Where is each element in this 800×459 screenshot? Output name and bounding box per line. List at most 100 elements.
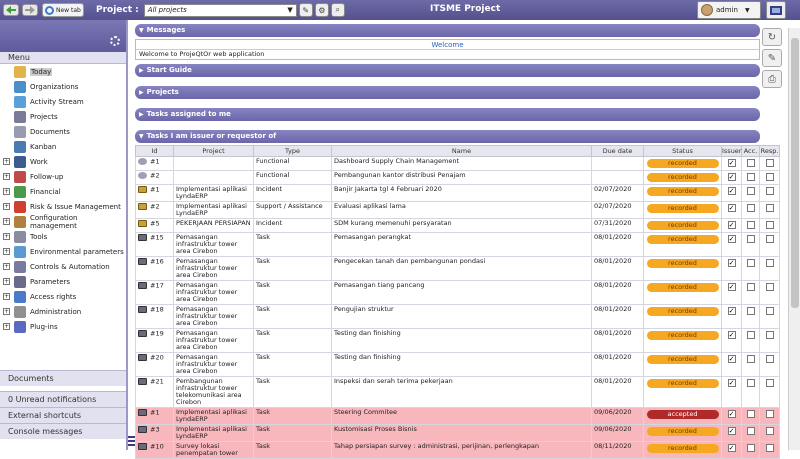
table-row[interactable]: #18 Pemasangan infrastruktur tower area C…: [135, 304, 780, 329]
issuer-checkbox[interactable]: ✓: [727, 444, 736, 452]
new-tab-button[interactable]: New tab: [42, 3, 84, 17]
table-row[interactable]: #3 Implementasi aplikasi LyndaERP Task Kust…: [135, 424, 780, 442]
menu-item-follow-up[interactable]: + Follow-up: [0, 169, 126, 184]
menu-item-risk-issue-management[interactable]: + Risk & Issue Management: [0, 199, 126, 214]
project-settings-button[interactable]: ⚙: [314, 3, 329, 17]
expand-plus-icon[interactable]: +: [3, 158, 10, 165]
column-header-due-date[interactable]: Due date: [591, 145, 644, 157]
table-row[interactable]: #20 Pemasangan infrastruktur tower area C…: [135, 352, 780, 377]
acc-checkbox[interactable]: [746, 259, 755, 267]
resp-checkbox[interactable]: [765, 159, 774, 167]
table-row[interactable]: #1 Implementasi aplikasi LyndaERP Task Stee…: [135, 407, 780, 425]
column-header-acc-[interactable]: Acc.: [741, 145, 760, 157]
issuer-checkbox[interactable]: ✓: [727, 187, 736, 195]
menu-item-controls-automation[interactable]: + Controls & Automation: [0, 259, 126, 274]
issuer-checkbox[interactable]: ✓: [727, 159, 736, 167]
resp-checkbox[interactable]: [765, 379, 774, 387]
expand-plus-icon[interactable]: +: [3, 203, 10, 210]
issuer-checkbox[interactable]: ✓: [727, 410, 736, 418]
console-messages-tab[interactable]: Console messages: [0, 423, 126, 439]
scrollbar-thumb[interactable]: [791, 38, 799, 308]
expand-plus-icon[interactable]: +: [3, 173, 10, 180]
menu-item-configuration-management[interactable]: + Configuration management: [0, 214, 126, 230]
forward-button[interactable]: [22, 4, 38, 16]
table-row[interactable]: #1 Implementasi aplikasi LyndaERP Incident…: [135, 184, 780, 202]
messages-section-header[interactable]: ▼ Messages: [135, 24, 760, 37]
start-guide-section-header[interactable]: ▶ Start Guide: [135, 64, 760, 77]
column-header-name[interactable]: Name: [331, 145, 592, 157]
project-tools-button[interactable]: ✎: [298, 3, 313, 17]
project-select[interactable]: All projects ▼: [143, 3, 297, 17]
menu-item-financial[interactable]: + Financial: [0, 184, 126, 199]
resp-checkbox[interactable]: [765, 410, 774, 418]
column-header-type[interactable]: Type: [253, 145, 332, 157]
resp-checkbox[interactable]: [765, 307, 774, 315]
acc-checkbox[interactable]: [746, 283, 755, 291]
table-row[interactable]: #21 Pembangunan infrastruktur tower telek…: [135, 376, 780, 408]
table-row[interactable]: #19 Pemasangan infrastruktur tower area C…: [135, 328, 780, 353]
external-shortcuts-tab[interactable]: External shortcuts: [0, 407, 126, 423]
resp-checkbox[interactable]: [765, 355, 774, 363]
vertical-scrollbar[interactable]: [788, 28, 800, 450]
issuer-checkbox[interactable]: ✓: [727, 283, 736, 291]
expand-plus-icon[interactable]: +: [3, 263, 10, 270]
screen-layout-button[interactable]: [766, 1, 786, 19]
resp-checkbox[interactable]: [765, 173, 774, 181]
menu-item-projects[interactable]: Projects: [0, 109, 126, 124]
resp-checkbox[interactable]: [765, 427, 774, 435]
menu-item-access-rights[interactable]: + Access rights: [0, 289, 126, 304]
notifications-panel-tab[interactable]: 0 Unread notifications: [0, 391, 126, 407]
menu-settings-icon[interactable]: [110, 36, 120, 46]
expand-plus-icon[interactable]: +: [3, 323, 10, 330]
resp-checkbox[interactable]: [765, 221, 774, 229]
menu-item-activity-stream[interactable]: Activity Stream: [0, 94, 126, 109]
expand-plus-icon[interactable]: +: [3, 233, 10, 240]
acc-checkbox[interactable]: [746, 221, 755, 229]
issuer-checkbox[interactable]: ✓: [727, 331, 736, 339]
table-row[interactable]: #1 Functional Dashboard Supply Chain Manag…: [135, 156, 780, 171]
issuer-checkbox[interactable]: ✓: [727, 379, 736, 387]
issuer-checkbox[interactable]: ✓: [727, 221, 736, 229]
project-search-button[interactable]: ⌕: [330, 3, 345, 17]
table-row[interactable]: #5 PEKERJAAN PERSIAPAN Incident SDM kurang …: [135, 218, 780, 233]
menu-item-organizations[interactable]: Organizations: [0, 79, 126, 94]
column-header-id[interactable]: Id: [135, 145, 174, 157]
menu-item-parameters[interactable]: + Parameters: [0, 274, 126, 289]
acc-checkbox[interactable]: [746, 235, 755, 243]
print-button[interactable]: ⎙: [762, 70, 782, 88]
issuer-checkbox[interactable]: ✓: [727, 235, 736, 243]
menu-item-work[interactable]: + Work: [0, 154, 126, 169]
acc-checkbox[interactable]: [746, 355, 755, 363]
parameters-button[interactable]: ✎: [762, 49, 782, 67]
column-header-project[interactable]: Project: [173, 145, 254, 157]
resp-checkbox[interactable]: [765, 187, 774, 195]
acc-checkbox[interactable]: [746, 307, 755, 315]
resp-checkbox[interactable]: [765, 331, 774, 339]
resp-checkbox[interactable]: [765, 283, 774, 291]
resp-checkbox[interactable]: [765, 259, 774, 267]
menu-item-environmental-parameters[interactable]: + Environmental parameters: [0, 244, 126, 259]
resp-checkbox[interactable]: [765, 204, 774, 212]
menu-item-plug-ins[interactable]: + Plug-ins: [0, 319, 126, 334]
table-row[interactable]: #2 Implementasi aplikasi LyndaERP Support …: [135, 201, 780, 219]
back-button[interactable]: [3, 4, 19, 16]
issuer-checkbox[interactable]: ✓: [727, 259, 736, 267]
acc-checkbox[interactable]: [746, 187, 755, 195]
expand-plus-icon[interactable]: +: [3, 218, 10, 225]
documents-panel-tab[interactable]: Documents: [0, 370, 126, 386]
issuer-checkbox[interactable]: ✓: [727, 355, 736, 363]
issuer-checkbox[interactable]: ✓: [727, 427, 736, 435]
projects-section-header[interactable]: ▶ Projects: [135, 86, 760, 99]
column-header-issuer[interactable]: Issuer: [721, 145, 742, 157]
acc-checkbox[interactable]: [746, 331, 755, 339]
table-row[interactable]: #10 Survey lokasi penempatan tower Task Tah…: [135, 441, 780, 459]
acc-checkbox[interactable]: [746, 410, 755, 418]
issuer-checkbox[interactable]: ✓: [727, 173, 736, 181]
column-header-resp-[interactable]: Resp.: [759, 145, 780, 157]
menu-item-tools[interactable]: + Tools: [0, 229, 126, 244]
expand-plus-icon[interactable]: +: [3, 248, 10, 255]
expand-plus-icon[interactable]: +: [3, 278, 10, 285]
menu-item-documents[interactable]: Documents: [0, 124, 126, 139]
tasks-issuer-section-header[interactable]: ▼ Tasks I am issuer or requestor of: [135, 130, 760, 143]
acc-checkbox[interactable]: [746, 444, 755, 452]
